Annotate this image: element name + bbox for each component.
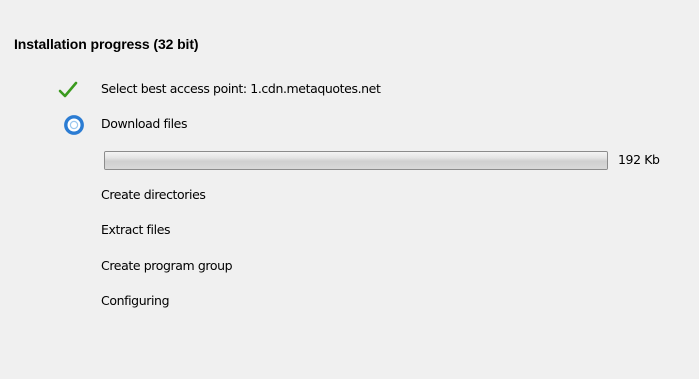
download-progress-fill <box>105 152 607 169</box>
download-progress-bar <box>104 151 608 170</box>
in-progress-icon <box>63 114 85 136</box>
step-create-directories: Create directories <box>101 187 206 202</box>
step-create-program-group: Create program group <box>101 258 233 273</box>
page-title: Installation progress (32 bit) <box>14 36 199 52</box>
step-download-files: Download files <box>101 116 188 131</box>
installation-progress-panel: Installation progress (32 bit) Select be… <box>0 0 699 379</box>
step-extract-files: Extract files <box>101 222 171 237</box>
checkmark-icon <box>57 79 79 101</box>
download-size-label: 192 Kb <box>618 152 660 167</box>
step-configuring: Configuring <box>101 293 170 308</box>
step-select-access-point: Select best access point: 1.cdn.metaquot… <box>101 81 381 96</box>
